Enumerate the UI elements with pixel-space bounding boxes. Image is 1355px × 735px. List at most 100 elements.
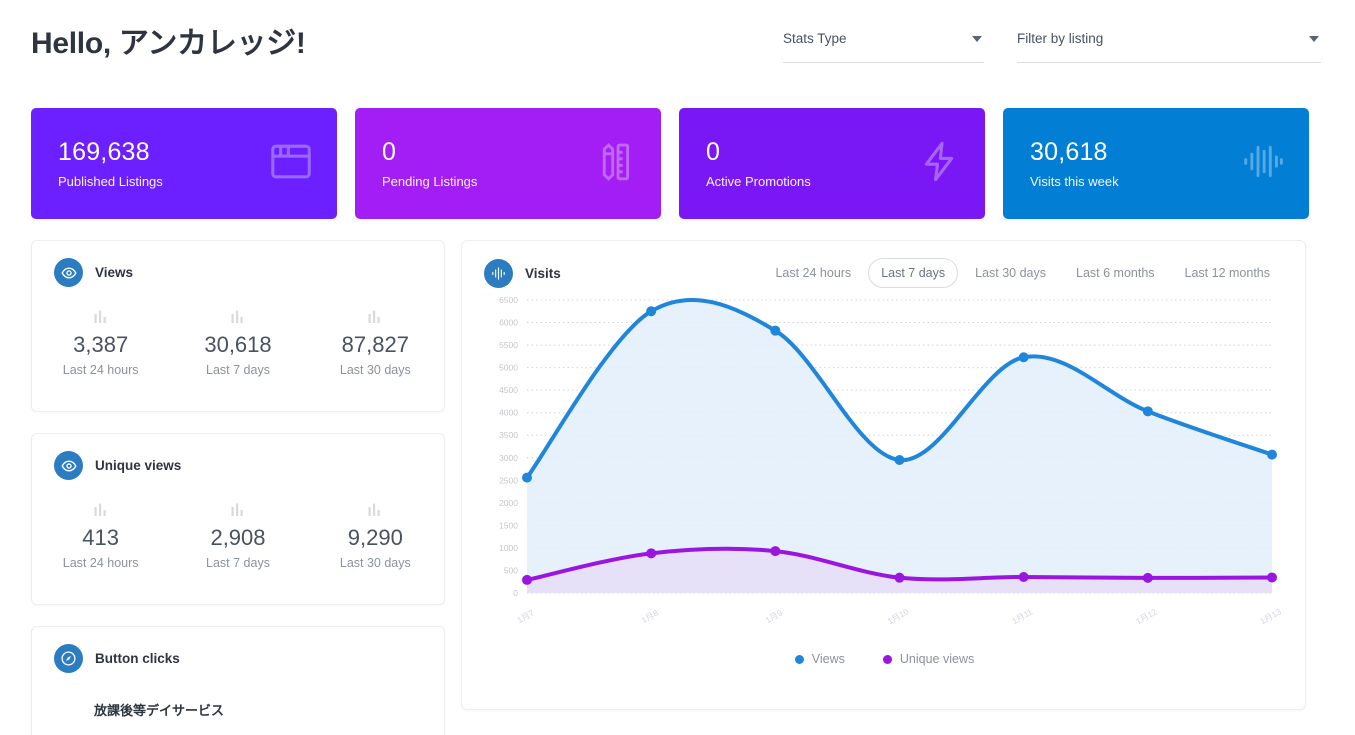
metric-last-30-days: 9,290 Last 30 days: [307, 502, 444, 570]
metric-caption: Last 24 hours: [62, 556, 139, 571]
header-filters: Stats Type Filter by listing: [783, 27, 1321, 63]
range-tab-last-30-days[interactable]: Last 30 days: [962, 258, 1059, 288]
page-title: Hello, アンカレッジ!: [31, 27, 306, 60]
metric-last-24-hours: 413 Last 24 hours: [32, 502, 169, 570]
visits-chart-area: 0 500 1000 1500 2000 2500 3000 3500 4000 4500 5000…: [462, 288, 1307, 688]
svg-text:500: 500: [504, 565, 518, 575]
svg-text:1月9: 1月9: [764, 607, 785, 625]
metric-value: 9,290: [347, 525, 403, 550]
stat-card-pending-listings[interactable]: 0 Pending Listings: [355, 108, 661, 219]
svg-text:1000: 1000: [499, 543, 518, 553]
stat-card-active-promotions[interactable]: 0 Active Promotions: [679, 108, 985, 219]
unique-views-metric-row: 413 Last 24 hours 2,908 Last 7 days 9,29…: [32, 502, 444, 570]
compass-icon: [54, 644, 83, 673]
metric-caption: Last 30 days: [339, 363, 411, 378]
stat-card-label: Visits this week: [1030, 174, 1119, 189]
stat-card-label: Published Listings: [58, 174, 163, 189]
metric-last-24-hours: 3,387 Last 24 hours: [32, 309, 169, 377]
listing-filter-select-label: Filter by listing: [1017, 31, 1104, 46]
visits-panel-header: Visits Last 24 hours Last 7 days Last 30…: [462, 241, 1305, 288]
svg-text:1月8: 1月8: [639, 607, 660, 625]
stat-card-value: 0: [382, 138, 397, 166]
svg-text:1月11: 1月11: [1010, 606, 1034, 626]
svg-text:5000: 5000: [499, 363, 518, 373]
stat-card-value: 0: [706, 138, 721, 166]
legend-item-unique-views[interactable]: Unique views: [882, 652, 975, 666]
bar-chart-icon: [307, 502, 444, 520]
metric-value: 87,827: [341, 332, 409, 357]
metric-last-30-days: 87,827 Last 30 days: [307, 309, 444, 377]
visits-chart-panel: Visits Last 24 hours Last 7 days Last 30…: [461, 240, 1306, 710]
unique-views-panel-header: Unique views: [32, 434, 444, 480]
chevron-down-icon: [972, 36, 982, 42]
svg-text:2500: 2500: [499, 475, 518, 485]
svg-text:3000: 3000: [499, 453, 518, 463]
legend-item-views[interactable]: Views: [794, 652, 845, 666]
page-header: Hello, アンカレッジ! Stats Type Filter by list…: [0, 0, 1355, 90]
visits-chart-svg[interactable]: 0 500 1000 1500 2000 2500 3000 3500 4000 4500 5000…: [462, 288, 1307, 688]
chart-legend: Views Unique views: [462, 652, 1307, 666]
range-tab-last-7-days[interactable]: Last 7 days: [868, 258, 959, 288]
svg-text:6000: 6000: [499, 318, 518, 328]
svg-text:1500: 1500: [499, 520, 518, 530]
bar-chart-icon: [32, 502, 169, 520]
svg-text:4500: 4500: [499, 385, 518, 395]
stat-card-label: Pending Listings: [382, 174, 478, 189]
metric-last-7-days: 30,618 Last 7 days: [169, 309, 306, 377]
range-tab-group: Last 24 hours Last 7 days Last 30 days L…: [762, 258, 1283, 288]
metric-value: 413: [82, 525, 120, 550]
svg-text:1月12: 1月12: [1134, 606, 1159, 626]
metric-caption: Last 24 hours: [62, 363, 139, 378]
waveform-icon: [1240, 138, 1286, 189]
stat-card-row: 169,638 Published Listings 0 Pending Lis…: [31, 108, 1309, 219]
range-tab-last-24-hours[interactable]: Last 24 hours: [762, 258, 864, 288]
stats-type-select-label: Stats Type: [783, 31, 847, 46]
svg-text:0: 0: [513, 588, 518, 598]
stats-type-select[interactable]: Stats Type: [783, 27, 984, 63]
views-panel: Views 3,387 Last 24 hours 30,618 Last 7 …: [31, 240, 445, 412]
views-panel-title: Views: [95, 265, 134, 280]
legend-dot-unique-views: [882, 654, 892, 664]
legend-dot-views: [794, 654, 804, 664]
unique-views-panel-title: Unique views: [95, 458, 182, 473]
stat-card-value: 30,618: [1030, 138, 1108, 166]
listing-filter-select[interactable]: Filter by listing: [1017, 27, 1321, 63]
svg-text:6500: 6500: [499, 295, 518, 305]
button-clicks-panel-title: Button clicks: [95, 651, 180, 666]
svg-text:1月7: 1月7: [515, 607, 536, 625]
bar-chart-icon: [169, 309, 306, 327]
svg-text:1月13: 1月13: [1258, 606, 1283, 626]
stat-card-value: 169,638: [58, 138, 150, 166]
range-tab-last-6-months[interactable]: Last 6 months: [1063, 258, 1168, 288]
bar-chart-icon: [32, 309, 169, 327]
eye-icon: [54, 451, 83, 480]
button-clicks-panel: Button clicks 放課後等デイサービス: [31, 626, 445, 735]
svg-text:2000: 2000: [499, 498, 518, 508]
views-panel-header: Views: [32, 241, 444, 287]
metric-caption: Last 30 days: [339, 556, 411, 571]
bar-chart-icon: [169, 502, 306, 520]
metric-last-7-days: 2,908 Last 7 days: [169, 502, 306, 570]
stat-card-label: Active Promotions: [706, 174, 811, 189]
stat-card-visits-this-week[interactable]: 30,618 Visits this week: [1003, 108, 1309, 219]
svg-text:5500: 5500: [499, 340, 518, 350]
metric-value: 30,618: [204, 332, 272, 357]
views-metric-row: 3,387 Last 24 hours 30,618 Last 7 days 8…: [32, 309, 444, 377]
svg-text:4000: 4000: [499, 408, 518, 418]
button-clicks-panel-header: Button clicks: [32, 627, 444, 673]
lightning-bolt-icon: [916, 138, 962, 189]
metric-caption: Last 7 days: [206, 363, 270, 378]
metric-caption: Last 7 days: [206, 556, 270, 571]
legend-label-unique-views: Unique views: [899, 652, 975, 666]
stat-card-published-listings[interactable]: 169,638 Published Listings: [31, 108, 337, 219]
metric-value: 2,908: [210, 525, 266, 550]
browser-window-icon: [268, 138, 314, 189]
waveform-icon: [484, 258, 513, 288]
bar-chart-icon: [307, 309, 444, 327]
svg-text:1月10: 1月10: [886, 606, 911, 626]
legend-label-views: Views: [811, 652, 845, 666]
dashboard-page: Hello, アンカレッジ! Stats Type Filter by list…: [0, 0, 1355, 735]
button-clicks-item: 放課後等デイサービス: [94, 703, 225, 718]
pencil-ruler-icon: [592, 138, 638, 189]
range-tab-last-12-months[interactable]: Last 12 months: [1172, 258, 1283, 288]
